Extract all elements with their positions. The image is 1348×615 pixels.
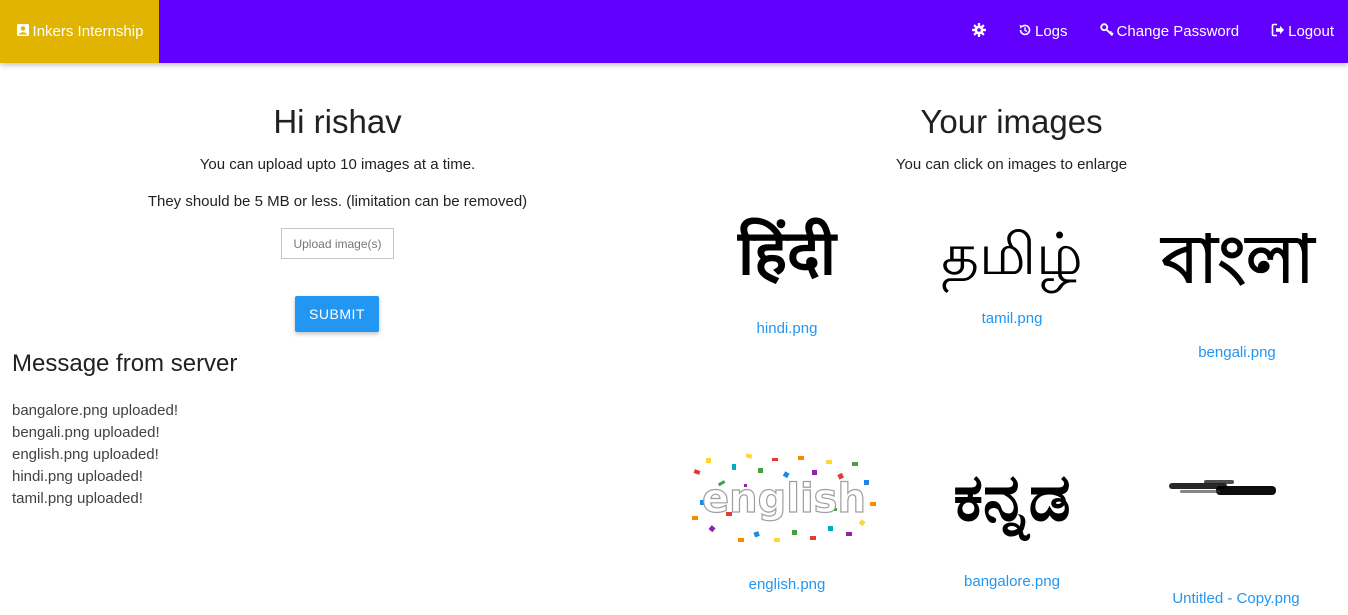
user-badge-icon <box>16 23 30 41</box>
gallery-heading: Your images <box>920 103 1103 140</box>
gallery-hint-text: You can click on images to enlarge <box>895 156 1128 173</box>
tamil-image-thumbnail[interactable]: தமிழ் <box>917 196 1107 296</box>
untitled-image-thumbnail[interactable] <box>1166 474 1280 504</box>
change-password-label: Change Password <box>1116 23 1240 40</box>
logout-link[interactable]: Logout <box>1271 23 1334 41</box>
hindi-script-text: हिंदी <box>737 216 838 289</box>
english-script-text: english <box>702 476 866 522</box>
bengali-image-caption[interactable]: bengali.png <box>1157 344 1317 361</box>
list-item: bengali.png uploaded! <box>12 424 160 441</box>
settings-button[interactable] <box>971 22 987 41</box>
logout-label: Logout <box>1288 23 1334 40</box>
logs-link[interactable]: Logs <box>1018 23 1068 41</box>
untitled-image-caption[interactable]: Untitled - Copy.png <box>1156 590 1316 607</box>
tamil-image-caption[interactable]: tamil.png <box>932 310 1092 327</box>
bangalore-image-thumbnail[interactable]: ಕನ್ನಡ <box>905 436 1119 560</box>
greeting-heading: Hi rishav <box>273 103 402 140</box>
history-icon <box>1018 23 1032 41</box>
list-item: hindi.png uploaded! <box>12 468 143 485</box>
upload-images-button[interactable]: Upload image(s) <box>281 228 394 259</box>
hindi-image-caption[interactable]: hindi.png <box>707 320 867 337</box>
key-icon <box>1099 22 1114 41</box>
sign-out-icon <box>1271 23 1285 41</box>
list-item: bangalore.png uploaded! <box>12 402 178 419</box>
brand-link[interactable]: Inkers Internship <box>0 0 159 63</box>
top-navbar: Inkers Internship Logs Change Password L… <box>0 0 1348 63</box>
list-item: tamil.png uploaded! <box>12 490 143 507</box>
brand-label: Inkers Internship <box>32 23 144 40</box>
blurred-strokes <box>1169 480 1276 495</box>
upload-size-text: They should be 5 MB or less. (limitation… <box>147 193 528 210</box>
bengali-image-thumbnail[interactable]: বাংলা <box>1143 210 1333 310</box>
english-image-caption[interactable]: english.png <box>707 576 867 593</box>
list-item: english.png uploaded! <box>12 446 159 463</box>
tamil-script-text: தமிழ் <box>941 220 1083 293</box>
nav-menu: Logs Change Password Logout <box>940 0 1334 63</box>
gear-icon <box>971 22 987 41</box>
upload-limit-text: You can upload upto 10 images at a time. <box>199 156 476 173</box>
bengali-script-text: বাংলা <box>1160 221 1317 298</box>
english-image-thumbnail[interactable]: english <box>688 444 880 546</box>
server-message-heading: Message from server <box>12 350 238 377</box>
kannada-script-text: ಕನ್ನಡ <box>953 459 1070 542</box>
server-message-list: bangalore.png uploaded! bengali.png uplo… <box>12 400 178 510</box>
bangalore-image-caption[interactable]: bangalore.png <box>932 573 1092 590</box>
hindi-image-thumbnail[interactable]: हिंदी <box>712 196 862 296</box>
change-password-link[interactable]: Change Password <box>1099 22 1240 41</box>
logs-label: Logs <box>1035 23 1068 40</box>
submit-button[interactable]: SUBMIT <box>295 296 379 332</box>
